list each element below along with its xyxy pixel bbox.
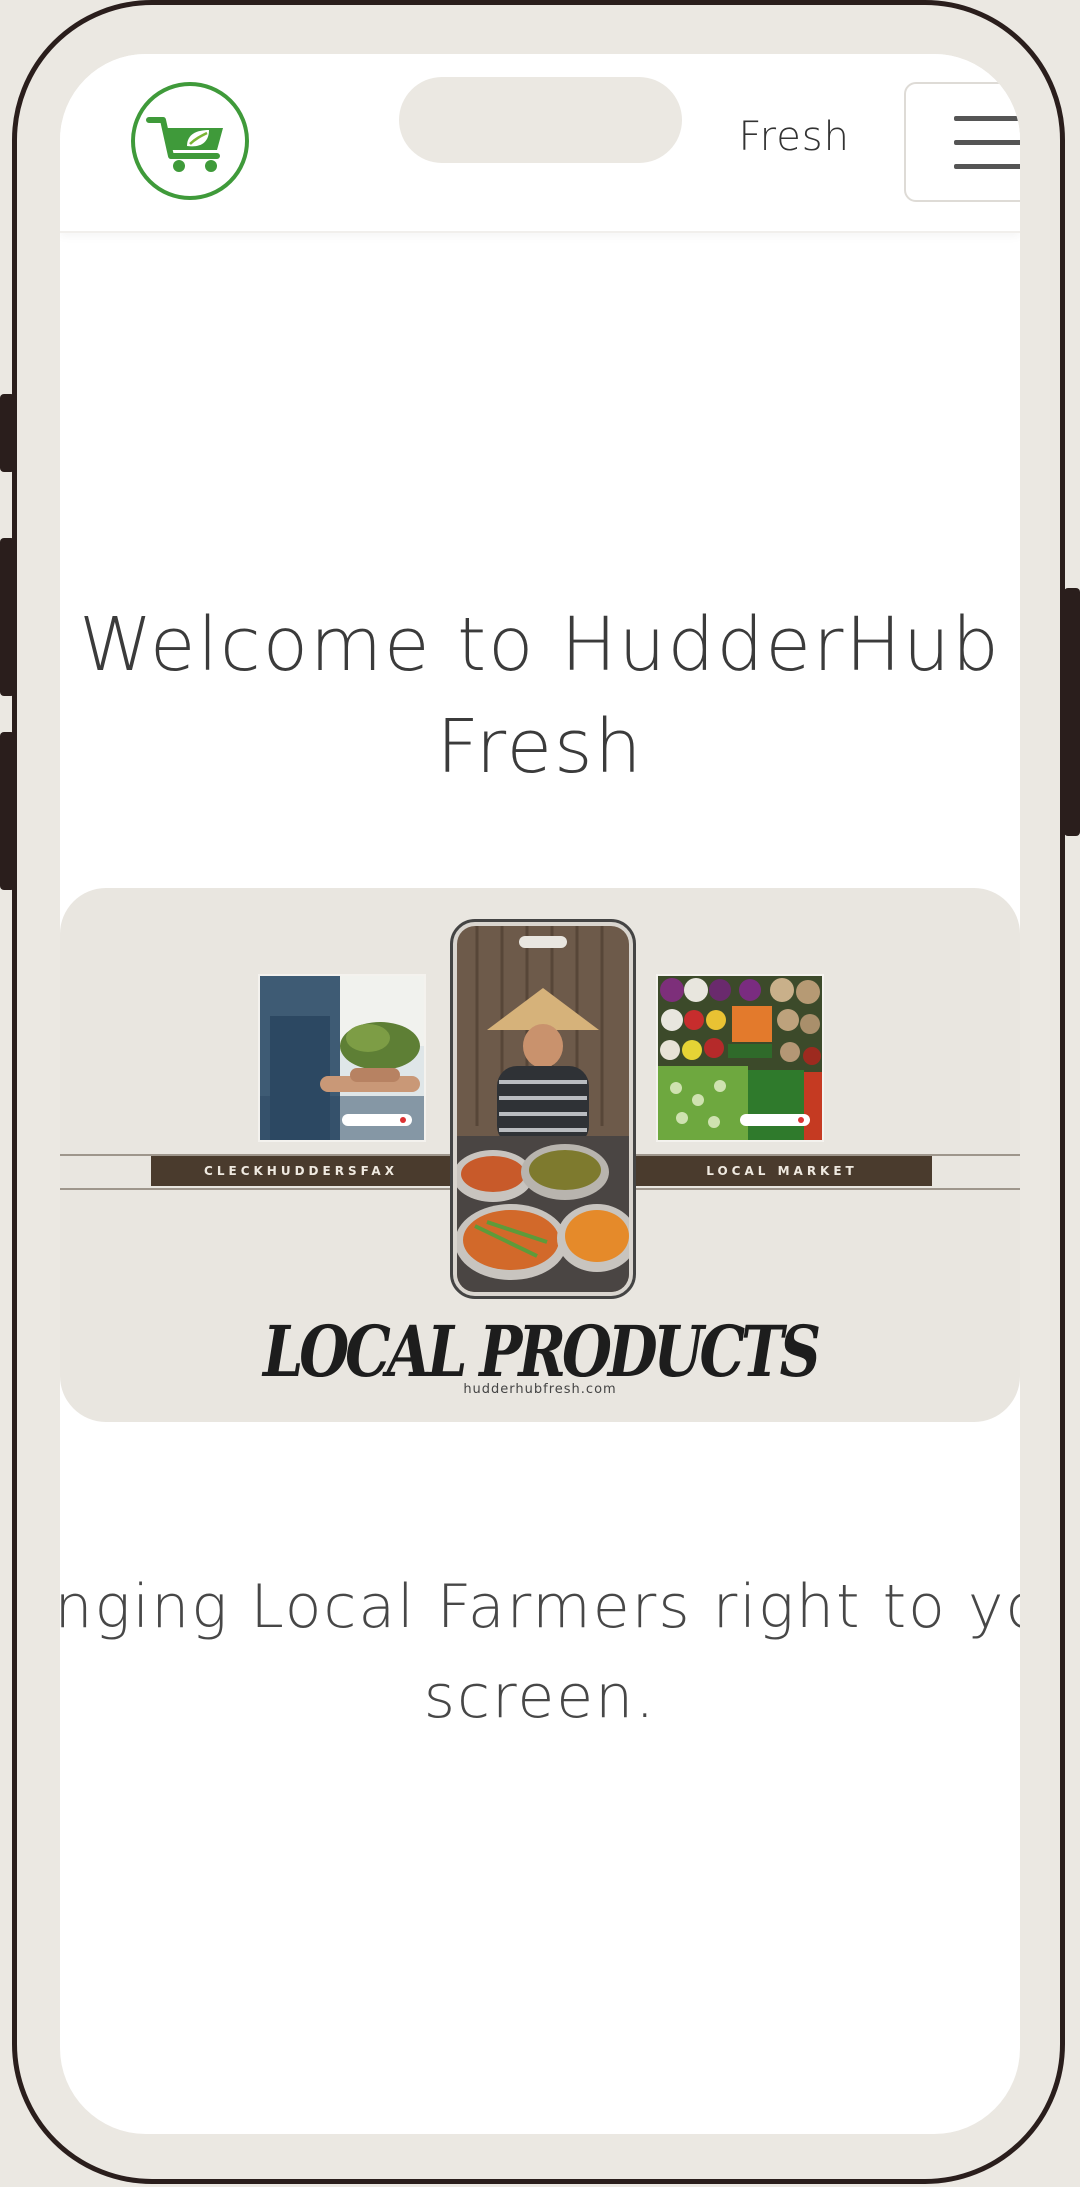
cart-leaf-icon xyxy=(146,117,223,172)
phone-screen: Fresh Welcome to HudderHub Fresh CLECKHU… xyxy=(60,54,1020,2134)
band-label-right: LOCAL MARKET xyxy=(706,1164,858,1178)
band-label-left: CLECKHUDDERSFAX xyxy=(204,1164,398,1178)
phone-side-button xyxy=(0,732,15,890)
local-products-banner: CLECKHUDDERSFAX LOCAL MARKET LOCAL PRODU… xyxy=(60,888,1020,1422)
tagline-line-1: inging Local Farmers right to yo xyxy=(60,1572,1020,1642)
vendor-phone-mockup xyxy=(450,919,636,1299)
hamburger-icon-line xyxy=(954,140,1020,145)
dynamic-island xyxy=(399,77,682,163)
tagline: inging Local Farmers right to yo screen. xyxy=(60,1562,1020,1742)
banner-title: LOCAL PRODUCTS xyxy=(262,1310,821,1393)
banner-url: hudderhubfresh.com xyxy=(463,1382,617,1397)
like-pill xyxy=(740,1114,810,1126)
welcome-heading: Welcome to HudderHub Fresh xyxy=(60,594,1020,798)
welcome-line-1: Welcome to HudderHub xyxy=(79,602,1001,688)
phone-side-button xyxy=(0,394,15,472)
tagline-line-2: screen. xyxy=(423,1662,657,1732)
vendor-illustration xyxy=(457,926,629,1292)
like-pill xyxy=(342,1114,412,1126)
vegetables-photo xyxy=(656,974,824,1142)
phone-side-button xyxy=(0,538,15,696)
hamburger-icon xyxy=(954,116,1020,121)
hamburger-icon-line xyxy=(954,164,1020,169)
site-logo[interactable] xyxy=(131,82,249,200)
phone-power-button xyxy=(1064,588,1080,836)
welcome-line-2: Fresh xyxy=(436,704,644,790)
farmer-photo xyxy=(258,974,426,1142)
menu-button[interactable] xyxy=(904,82,1020,202)
